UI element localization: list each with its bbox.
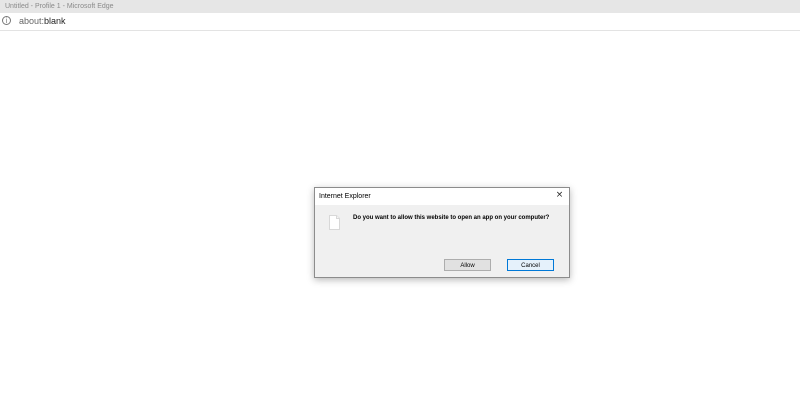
file-icon: [329, 215, 340, 230]
cancel-button[interactable]: Cancel: [507, 259, 554, 271]
allow-button[interactable]: Allow: [444, 259, 491, 271]
url-path: blank: [44, 16, 66, 26]
dialog-header[interactable]: Internet Explorer ×: [315, 188, 569, 205]
dialog-message: Do you want to allow this website to ope…: [353, 215, 550, 221]
window-title: Untitled - Profile 1 - Microsoft Edge: [5, 3, 114, 10]
close-icon[interactable]: ×: [554, 190, 565, 201]
dialog-title: Internet Explorer: [319, 193, 371, 200]
url-field[interactable]: about:blank: [19, 15, 66, 28]
info-icon[interactable]: i: [2, 16, 11, 25]
open-app-dialog: Internet Explorer × Do you want to allow…: [314, 187, 570, 278]
address-bar: i about:blank: [0, 13, 800, 31]
window-title-bar[interactable]: Untitled - Profile 1 - Microsoft Edge: [0, 0, 800, 13]
url-scheme: about:: [19, 16, 45, 26]
